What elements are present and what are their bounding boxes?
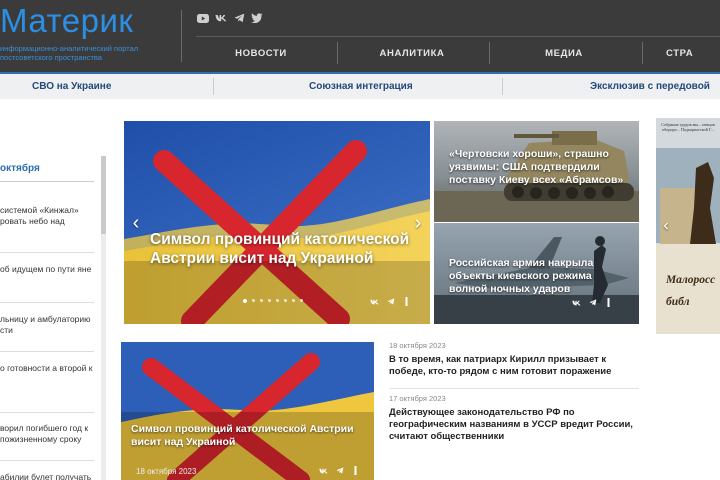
news-divider: [389, 388, 639, 389]
slider-pagination: [243, 298, 303, 303]
sidebar-divider: [0, 351, 94, 352]
news-date: 17 октября 2023: [389, 394, 446, 403]
chevron-left-icon[interactable]: ‹: [128, 211, 144, 235]
more-share-icon[interactable]: [351, 466, 360, 475]
banner-headline: Малоросс библ: [666, 274, 716, 308]
nav-item-countries[interactable]: СТРА: [666, 37, 720, 71]
news-list-item[interactable]: 17 октября 2023 Действующее законодатель…: [389, 394, 639, 443]
sidebar-news-item[interactable]: абилии булет получать: [0, 472, 94, 480]
news-card[interactable]: Российская армия накрыла объекты киевско…: [434, 223, 639, 324]
youtube-icon[interactable]: [197, 12, 209, 24]
slider-dot[interactable]: [268, 299, 271, 302]
section-separator: [502, 78, 503, 95]
chevron-left-icon[interactable]: ‹: [658, 214, 674, 238]
hero-image: [124, 121, 430, 324]
sidebar-news-item[interactable]: системой «Кинжал» ровать небо над: [0, 205, 94, 227]
advert-banner[interactable]: Собрание трудов мы... певцов обороро... …: [656, 118, 720, 334]
news-list-item[interactable]: 18 октября 2023 В то время, как патриарх…: [389, 341, 639, 378]
sidebar-news-item[interactable]: льницу и амбулаторию сти: [0, 314, 94, 336]
vk-icon[interactable]: [215, 12, 227, 24]
slider-dot[interactable]: [292, 299, 295, 302]
sidebar-divider: [0, 412, 94, 413]
social-links: [197, 12, 263, 24]
news-title[interactable]: Действующее законодательство РФ по геогр…: [389, 407, 639, 443]
vk-share-icon[interactable]: [319, 466, 328, 475]
chevron-right-icon[interactable]: ›: [410, 211, 426, 235]
news-feed-sidebar: октября системой «Кинжал» ровать небо на…: [0, 156, 106, 480]
vk-share-icon[interactable]: [572, 298, 581, 307]
featured-article[interactable]: Символ провинций католической Австрии ви…: [121, 342, 374, 480]
hero-slider[interactable]: Символ провинций католической Австрии ви…: [124, 121, 430, 324]
more-share-icon[interactable]: [402, 297, 411, 306]
sidebar-divider: [0, 252, 94, 253]
sidebar-news-item[interactable]: об идущем по пути яне: [0, 264, 94, 275]
telegram-share-icon[interactable]: [335, 466, 344, 475]
site-logo[interactable]: Материк: [0, 2, 133, 40]
site-header: Материк информационно-аналитический порт…: [0, 0, 720, 72]
header-divider: [181, 10, 182, 62]
news-card-title[interactable]: «Чертовски хороши», страшно уязвимы: США…: [449, 148, 627, 187]
main-nav: НОВОСТИ АНАЛИТИКА МЕДИА СТРА: [196, 37, 720, 71]
slider-dot[interactable]: [243, 298, 247, 303]
news-card[interactable]: «Чертовски хороши», страшно уязвимы: США…: [434, 121, 639, 222]
featured-article-title[interactable]: Символ провинций католической Австрии ви…: [131, 423, 371, 449]
nav-item-analytics[interactable]: АНАЛИТИКА: [366, 37, 458, 71]
news-title[interactable]: В то время, как патриарх Кирилл призывае…: [389, 354, 639, 378]
vk-share-icon[interactable]: [370, 297, 379, 306]
section-link-frontline[interactable]: Эксклюзив с передовой: [590, 74, 710, 99]
news-date: 18 октября 2023: [389, 341, 446, 350]
sidebar-date: октября: [0, 163, 40, 174]
slider-dot[interactable]: [300, 299, 303, 302]
section-bar: СВО на Украине Союзная интеграция Эксклю…: [0, 72, 720, 99]
sidebar-divider: [0, 460, 94, 461]
slider-dot[interactable]: [252, 299, 255, 302]
share-buttons: [572, 298, 613, 307]
sidebar-scrollbar-thumb[interactable]: [101, 156, 106, 234]
banner-caption: Собрание трудов мы... певцов обороро... …: [661, 122, 715, 133]
page: Материк информационно-аналитический порт…: [0, 0, 720, 480]
section-link-integration[interactable]: Союзная интеграция: [309, 74, 413, 99]
slider-dot[interactable]: [276, 299, 279, 302]
telegram-share-icon[interactable]: [588, 298, 597, 307]
sidebar-news-item[interactable]: о готовности а второй к: [0, 363, 94, 374]
nav-separator: [489, 42, 490, 64]
telegram-share-icon[interactable]: [386, 297, 395, 306]
share-buttons: [370, 297, 411, 306]
site-tagline: информационно-аналитический портал постс…: [0, 44, 139, 62]
featured-article-date: 18 октября 2023: [136, 467, 197, 476]
sidebar-divider: [0, 181, 94, 182]
news-card-title[interactable]: Российская армия накрыла объекты киевско…: [449, 257, 627, 296]
twitter-icon[interactable]: [251, 12, 263, 24]
nav-item-media[interactable]: МЕДИА: [518, 37, 610, 71]
article-image: [121, 342, 374, 480]
slider-dot[interactable]: [284, 299, 287, 302]
sidebar-divider: [0, 302, 94, 303]
sidebar-news-item[interactable]: ворил погибшего год к пожизненному сроку: [0, 423, 94, 445]
section-link-svo[interactable]: СВО на Украине: [32, 74, 111, 99]
nav-separator: [337, 42, 338, 64]
more-share-icon[interactable]: [604, 298, 613, 307]
slider-dot[interactable]: [260, 299, 263, 302]
nav-item-news[interactable]: НОВОСТИ: [216, 37, 306, 71]
share-buttons: [319, 466, 360, 475]
nav-separator: [642, 42, 643, 64]
section-separator: [213, 78, 214, 95]
telegram-icon[interactable]: [233, 12, 245, 24]
hero-title[interactable]: Символ провинций католической Австрии ви…: [150, 230, 410, 268]
